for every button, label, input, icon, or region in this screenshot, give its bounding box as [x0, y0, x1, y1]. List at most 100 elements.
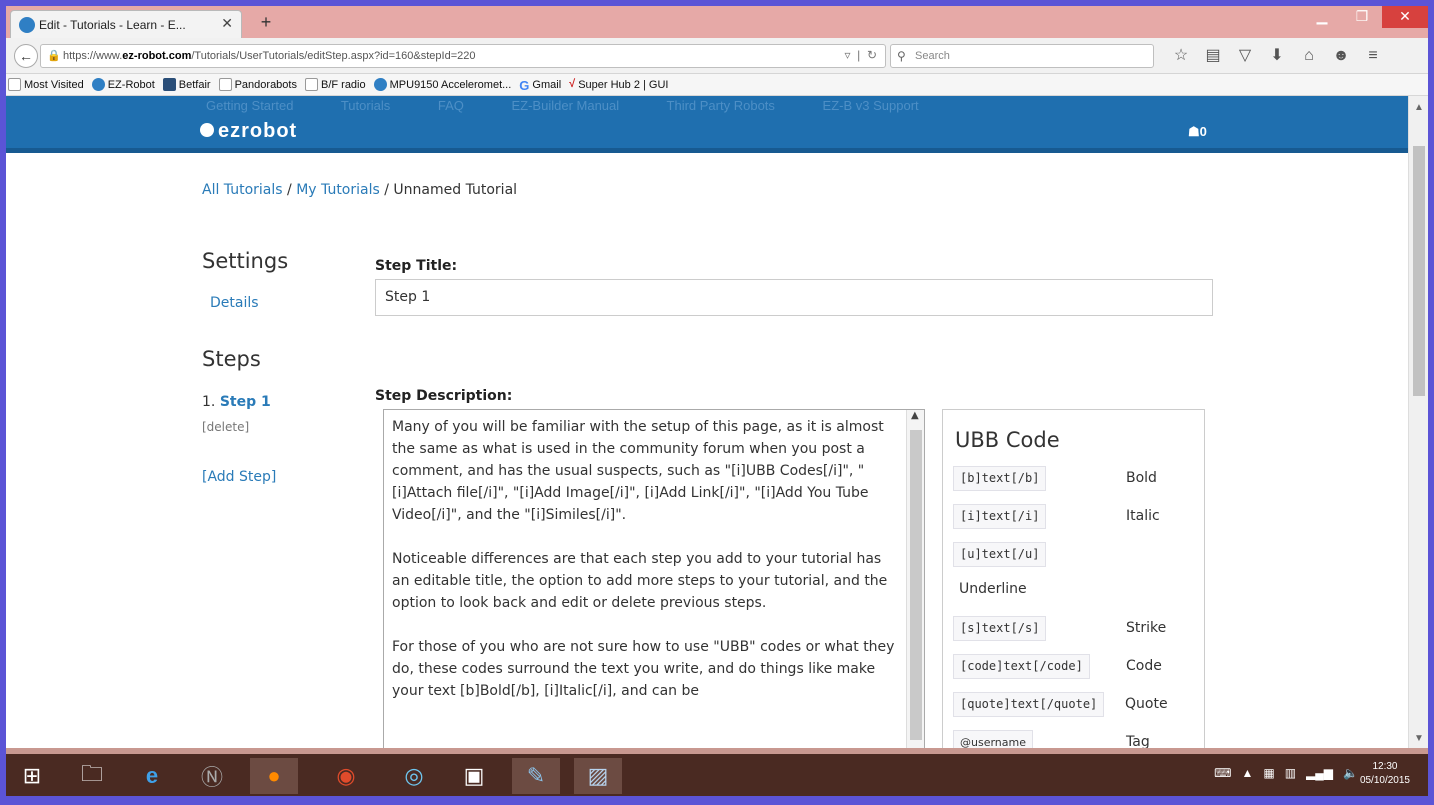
bookmark-mpu9150[interactable]: MPU9150 Acceleromet... — [373, 78, 511, 91]
bookmark-most-visited[interactable]: Most Visited — [8, 78, 84, 91]
page-scrollbar[interactable]: ▲ ▼ — [1408, 96, 1428, 748]
download-icon[interactable]: ⬇ — [1266, 44, 1288, 68]
nav-getting-started[interactable]: Getting Started — [206, 98, 293, 113]
close-tab-icon[interactable]: ✕ — [221, 15, 233, 32]
bookmark-superhub[interactable]: √ Super Hub 2 | GUI — [569, 78, 668, 91]
app-nd-icon[interactable]: Ⓝ — [188, 758, 236, 794]
back-arrow-icon[interactable]: ← — [14, 44, 38, 68]
scroll-up-icon[interactable]: ▲ — [911, 410, 919, 421]
ubb-code-bold: [b]text[/b] — [953, 466, 1047, 491]
firefox-icon[interactable]: ● — [250, 758, 298, 794]
settings-heading: Settings — [202, 249, 289, 273]
ubb-desc-italic: Italic — [1126, 508, 1160, 524]
url-domain: ez-robot.com — [122, 50, 192, 62]
ubb-desc-quote: Quote — [1125, 696, 1168, 712]
reading-list-icon[interactable]: ▤ — [1202, 44, 1224, 68]
step-list-item[interactable]: 1. Step 1 — [202, 394, 271, 410]
details-link[interactable]: Details — [210, 295, 259, 311]
ubb-code-quote: [quote]text[/quote] — [953, 692, 1105, 717]
description-paragraph: Noticeable differences are that each ste… — [392, 551, 888, 611]
clock[interactable]: 12:30 05/10/2015 — [1360, 760, 1410, 788]
tray-expand-icon[interactable]: ▲ — [1241, 766, 1253, 780]
ubb-code-strike: [s]text[/s] — [953, 616, 1047, 641]
restore-icon[interactable]: ❐ — [1342, 6, 1382, 28]
file-explorer-icon[interactable]: 🗀 — [68, 758, 116, 794]
step-title-label: Step Title: — [375, 258, 458, 274]
reload-icon[interactable]: ▿ | ↻ — [844, 48, 877, 62]
step-title-input[interactable]: Step 1 — [375, 279, 1213, 316]
site-logo[interactable]: ezrobot — [200, 120, 297, 143]
new-tab-button[interactable]: + — [254, 12, 278, 34]
chat-icon[interactable]: ☻ — [1330, 44, 1352, 68]
ubb-desc-code: Code — [1126, 658, 1162, 674]
scroll-down-icon[interactable]: ▼ — [1414, 733, 1424, 744]
search-icon: ⚲ — [897, 49, 906, 63]
signal-icon[interactable]: ▂▄▆ — [1306, 766, 1333, 780]
url-bar[interactable]: 🔒 https://www. ez-robot.com/Tutorials/Use… — [40, 44, 886, 68]
nav-tutorials[interactable]: Tutorials — [341, 98, 390, 113]
nav-manual[interactable]: EZ-Builder Manual — [511, 98, 619, 113]
description-paragraph: Many of you will be familiar with the se… — [392, 419, 884, 523]
step-link[interactable]: Step 1 — [220, 394, 271, 410]
breadcrumb-separator: / — [282, 182, 297, 198]
search-placeholder: Search — [915, 50, 950, 62]
internet-explorer-icon[interactable]: e — [128, 758, 176, 794]
navigation-bar: ← 🔒 https://www. ez-robot.com/Tutorials/U… — [6, 38, 1428, 74]
step-number: 1. — [202, 394, 216, 410]
clock-date: 05/10/2015 — [1359, 775, 1410, 786]
windows-start-icon[interactable]: ⊞ — [8, 758, 56, 794]
pocket-icon[interactable]: ▽ — [1234, 44, 1256, 68]
ubb-desc-underline: Underline — [959, 581, 1027, 597]
bookmark-star-icon[interactable]: ☆ — [1170, 44, 1192, 68]
home-icon[interactable]: ⌂ — [1298, 44, 1320, 68]
image-viewer-icon[interactable]: ▨ — [574, 758, 622, 794]
description-text: Many of you will be familiar with the se… — [392, 416, 900, 724]
bookmark-label: B/F radio — [320, 78, 366, 91]
network-icon[interactable]: ▥ — [1285, 766, 1296, 780]
ubb-code-heading: UBB Code — [955, 428, 1060, 452]
bookmark-betfair[interactable]: Betfair — [162, 78, 211, 91]
nav-third-party[interactable]: Third Party Robots — [667, 98, 775, 113]
windows-taskbar: ⊞ 🗀 e Ⓝ ● ◉ ◎ ▣ ✎ ▨ ⌨ ▲ ▦ ▥ ▂▄▆ 🔈 12:30 … — [6, 748, 1428, 796]
step-description-textarea[interactable]: Many of you will be familiar with the se… — [383, 409, 925, 754]
description-paragraph: For those of you who are not sure how to… — [392, 639, 895, 699]
bookmark-label: EZ-Robot — [107, 78, 155, 91]
monitor-app-icon[interactable]: ▣ — [450, 758, 498, 794]
breadcrumb-all-tutorials[interactable]: All Tutorials — [202, 182, 283, 198]
search-input[interactable]: ⚲ Search — [890, 44, 1154, 68]
window-close-icon[interactable]: ✕ — [1382, 6, 1428, 28]
cart-count: 0 — [1199, 124, 1207, 139]
nav-faq[interactable]: FAQ — [438, 98, 464, 113]
browser-toolbar: ☆ ▤ ▽ ⬇ ⌂ ☻ ≡ — [1170, 44, 1384, 68]
volume-icon[interactable]: 🔈 — [1343, 766, 1358, 780]
add-step-link[interactable]: [Add Step] — [202, 469, 276, 485]
menu-icon[interactable]: ≡ — [1362, 44, 1384, 68]
bookmark-gmail[interactable]: G Gmail — [519, 78, 561, 93]
textarea-scrollbar[interactable]: ▲ — [906, 410, 924, 753]
scroll-up-icon[interactable]: ▲ — [1414, 102, 1424, 113]
folder-icon — [218, 78, 232, 91]
bookmark-label: Betfair — [178, 78, 211, 91]
lock-icon: 🔒 — [47, 50, 61, 62]
bookmarks-bar: Most Visited EZ-Robot Betfair Pandorabot… — [6, 74, 1428, 96]
audio-app-icon[interactable]: ◉ — [322, 758, 370, 794]
action-center-icon[interactable]: ▦ — [1263, 766, 1274, 780]
keyboard-icon[interactable]: ⌨ — [1214, 766, 1231, 780]
camera-app-icon[interactable]: ◎ — [390, 758, 438, 794]
ubb-code-code: [code]text[/code] — [953, 654, 1090, 679]
cart-button[interactable]: ☗0 — [1188, 124, 1207, 140]
breadcrumb-my-tutorials[interactable]: My Tutorials — [296, 182, 380, 198]
bookmark-ezrobot[interactable]: EZ-Robot — [91, 78, 155, 91]
page-scroll-thumb[interactable] — [1413, 146, 1425, 396]
bookmark-bf-radio[interactable]: B/F radio — [304, 78, 366, 91]
ezrobot-icon — [91, 78, 105, 91]
bookmark-pandorabots[interactable]: Pandorabots — [218, 78, 297, 91]
paint-icon[interactable]: ✎ — [512, 758, 560, 794]
browser-tab[interactable]: Edit - Tutorials - Learn - E... ✕ — [10, 10, 242, 38]
minimize-icon[interactable]: ▁ — [1302, 6, 1342, 28]
delete-step-link[interactable]: [delete] — [202, 420, 249, 434]
nav-support[interactable]: EZ-B v3 Support — [823, 98, 919, 113]
bookmark-star-icon — [8, 78, 21, 91]
betfair-icon — [162, 78, 176, 91]
textarea-scroll-thumb[interactable] — [910, 430, 922, 740]
